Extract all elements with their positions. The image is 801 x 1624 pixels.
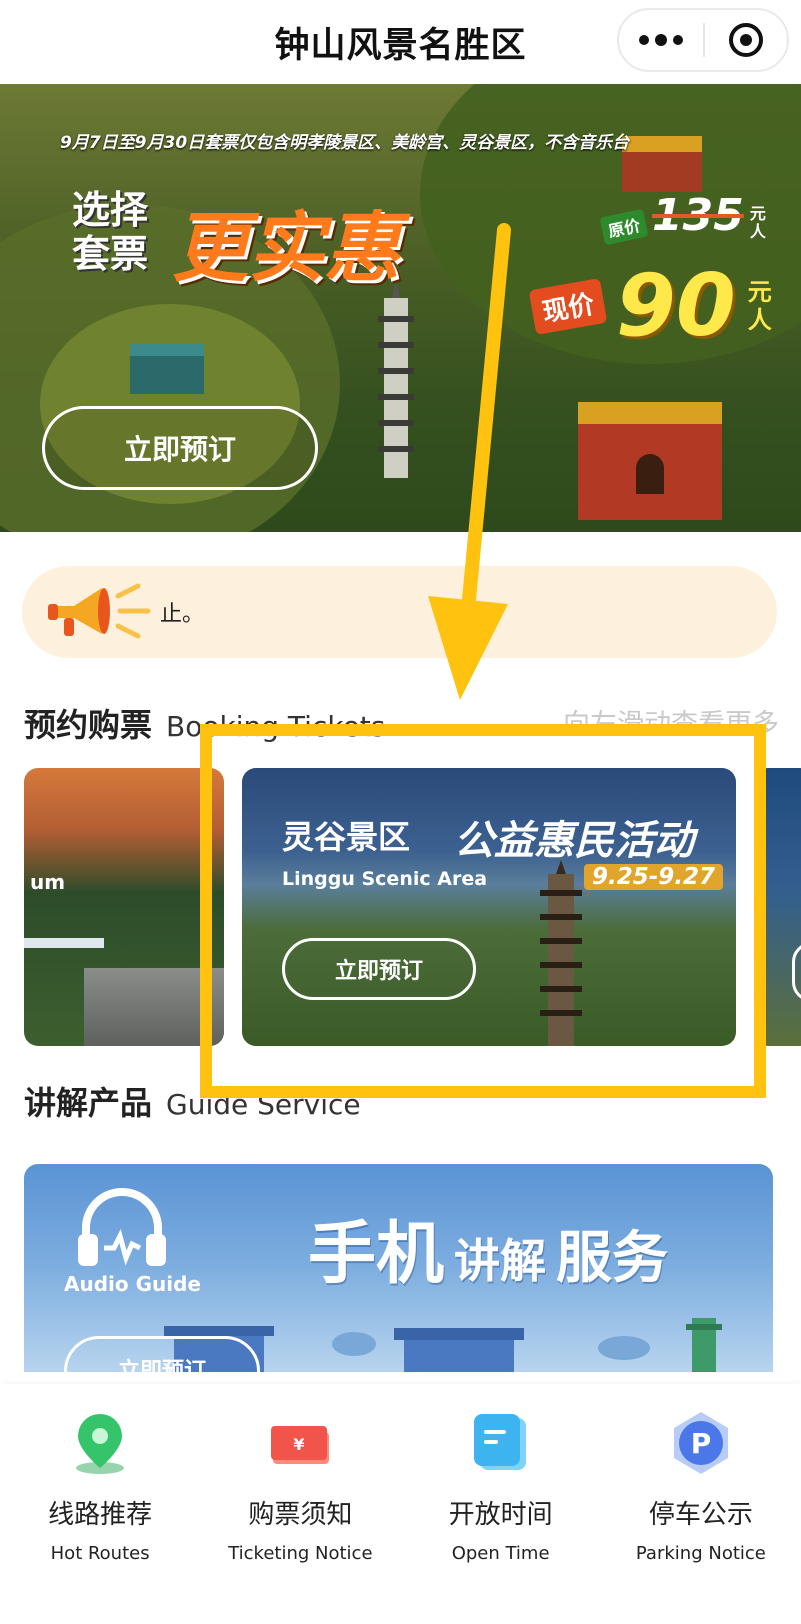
headphone-icon: [78, 1188, 166, 1266]
map-pin-icon: [76, 1414, 125, 1474]
guide-section-header: 讲解产品 Guide Service: [24, 1078, 361, 1124]
linggu-pagoda-image: [540, 860, 582, 1046]
more-dots-icon-right: [673, 35, 683, 45]
slogan-part-b: 讲解: [454, 1234, 547, 1288]
svg-text:P: P: [691, 1427, 712, 1460]
banner-gate-top-image: [622, 136, 702, 192]
guide-book-button[interactable]: 立即预订: [64, 1336, 260, 1372]
target-close-icon: [728, 23, 763, 57]
mini-program-capsule: [617, 8, 789, 72]
megaphone-icon: [48, 583, 151, 639]
ticket-card-label: um: [30, 870, 66, 894]
ticket-card-dates: 9.25-9.27: [584, 864, 724, 890]
audio-guide-banner[interactable]: Audio Guide 手机 讲解 服务 立即预订: [24, 1164, 773, 1372]
page-title: 钟山风景名胜区: [274, 25, 527, 66]
guide-slogan: 手机 讲解 服务: [308, 1198, 668, 1297]
ticket-card-next[interactable]: [754, 768, 801, 1046]
now-unit-line1: 元: [747, 278, 772, 306]
tab-label-cn: 开放时间: [448, 1500, 553, 1530]
more-dots-icon: [639, 35, 649, 45]
original-price: 原价 135 元人: [599, 190, 766, 246]
current-price: 现价 90 元人: [528, 256, 772, 356]
bottom-nav: 线路推荐 Hot Routes ¥ 购票须知 Ticketing Notice …: [0, 1384, 801, 1624]
orig-unit-line1: 元: [749, 204, 766, 223]
ticket-card-promo: 公益惠民活动: [454, 818, 694, 864]
banner-choose-line2: 套票: [72, 232, 149, 276]
current-price-value: 90: [616, 256, 736, 356]
promo-banner[interactable]: 9月7日至9月30日套票仅包含明孝陵景区、美龄宫、灵谷景区，不含音乐台 选择 套…: [0, 84, 801, 532]
banner-choose-text: 选择 套票: [72, 188, 148, 276]
banner-hall-image: [130, 344, 204, 394]
original-price-unit: 元人: [750, 205, 766, 241]
tab-label-en: Ticketing Notice: [228, 1543, 373, 1564]
banner-choose-line1: 选择: [72, 188, 149, 232]
next-card-button-edge: [792, 942, 801, 1002]
more-dots-icon-center: [655, 34, 667, 46]
close-mini-program-button[interactable]: [705, 10, 787, 70]
more-options-button[interactable]: [619, 10, 703, 70]
tab-label-en: Parking Notice: [635, 1543, 766, 1564]
svg-text:¥: ¥: [294, 1435, 305, 1454]
guide-title-en: Guide Service: [166, 1088, 361, 1121]
booking-title-cn: 预约购票: [24, 706, 153, 744]
parking-icon: P: [673, 1412, 728, 1474]
announcement-text: 止。: [160, 602, 205, 627]
ticket-card-previous[interactable]: um: [24, 768, 224, 1046]
ticket-card-title-en: Linggu Scenic Area: [282, 868, 488, 890]
now-unit-line2: 人: [747, 306, 772, 334]
ticket-carousel[interactable]: um 灵谷景区 公益惠民活动 Linggu Scenic Area 9.25-9…: [0, 768, 801, 1046]
tab-label-cn: 购票须知: [248, 1500, 353, 1530]
ticket-card-linggu[interactable]: 灵谷景区 公益惠民活动 Linggu Scenic Area 9.25-9.27…: [242, 768, 736, 1046]
swipe-hint: 向左滑动查看更多: [563, 709, 779, 740]
slogan-part-c: 服务: [556, 1226, 669, 1291]
slogan-part-a: 手机: [308, 1215, 445, 1294]
tab-label-cn: 线路推荐: [48, 1500, 153, 1530]
tab-ticketing-notice[interactable]: ¥ 购票须知 Ticketing Notice: [200, 1384, 400, 1624]
banner-notice-text: 9月7日至9月30日套票仅包含明孝陵景区、美龄宫、灵谷景区，不含音乐台: [60, 133, 630, 153]
current-price-unit: 元人: [748, 278, 772, 334]
ticket-icon: ¥: [271, 1426, 330, 1464]
original-price-tag: 原价: [599, 208, 649, 246]
orig-unit-line2: 人: [749, 222, 766, 241]
tab-label-cn: 停车公示: [648, 1500, 753, 1530]
steps-image: [84, 968, 224, 1046]
announcement-bar[interactable]: 止。: [22, 566, 777, 658]
banner-book-button[interactable]: 立即预订: [42, 406, 318, 490]
tab-parking-notice[interactable]: P 停车公示 Parking Notice: [601, 1384, 801, 1624]
tab-label-en: Hot Routes: [50, 1543, 150, 1564]
audio-guide-label: Audio Guide: [64, 1272, 201, 1296]
tab-open-time[interactable]: 开放时间 Open Time: [401, 1384, 601, 1624]
booking-section-header: 预约购票 Booking Tickets: [24, 700, 385, 746]
current-price-tag: 现价: [528, 277, 608, 335]
banner-pagoda-image: [378, 280, 414, 478]
tab-hot-routes[interactable]: 线路推荐 Hot Routes: [0, 1384, 200, 1624]
nav-bar: 钟山风景名胜区: [0, 0, 801, 84]
document-icon: [473, 1414, 526, 1470]
banner-gate-bottom-image: [578, 402, 722, 520]
tab-label-en: Open Time: [451, 1543, 550, 1564]
ticket-card-book-button[interactable]: 立即预订: [282, 938, 476, 1000]
booking-title-en: Booking Tickets: [166, 710, 386, 743]
ticket-card-title-cn: 灵谷景区: [282, 818, 411, 856]
banner-value-text: 更实惠: [172, 203, 400, 292]
guide-title-cn: 讲解产品: [24, 1084, 153, 1122]
original-price-value: 135: [652, 190, 744, 241]
